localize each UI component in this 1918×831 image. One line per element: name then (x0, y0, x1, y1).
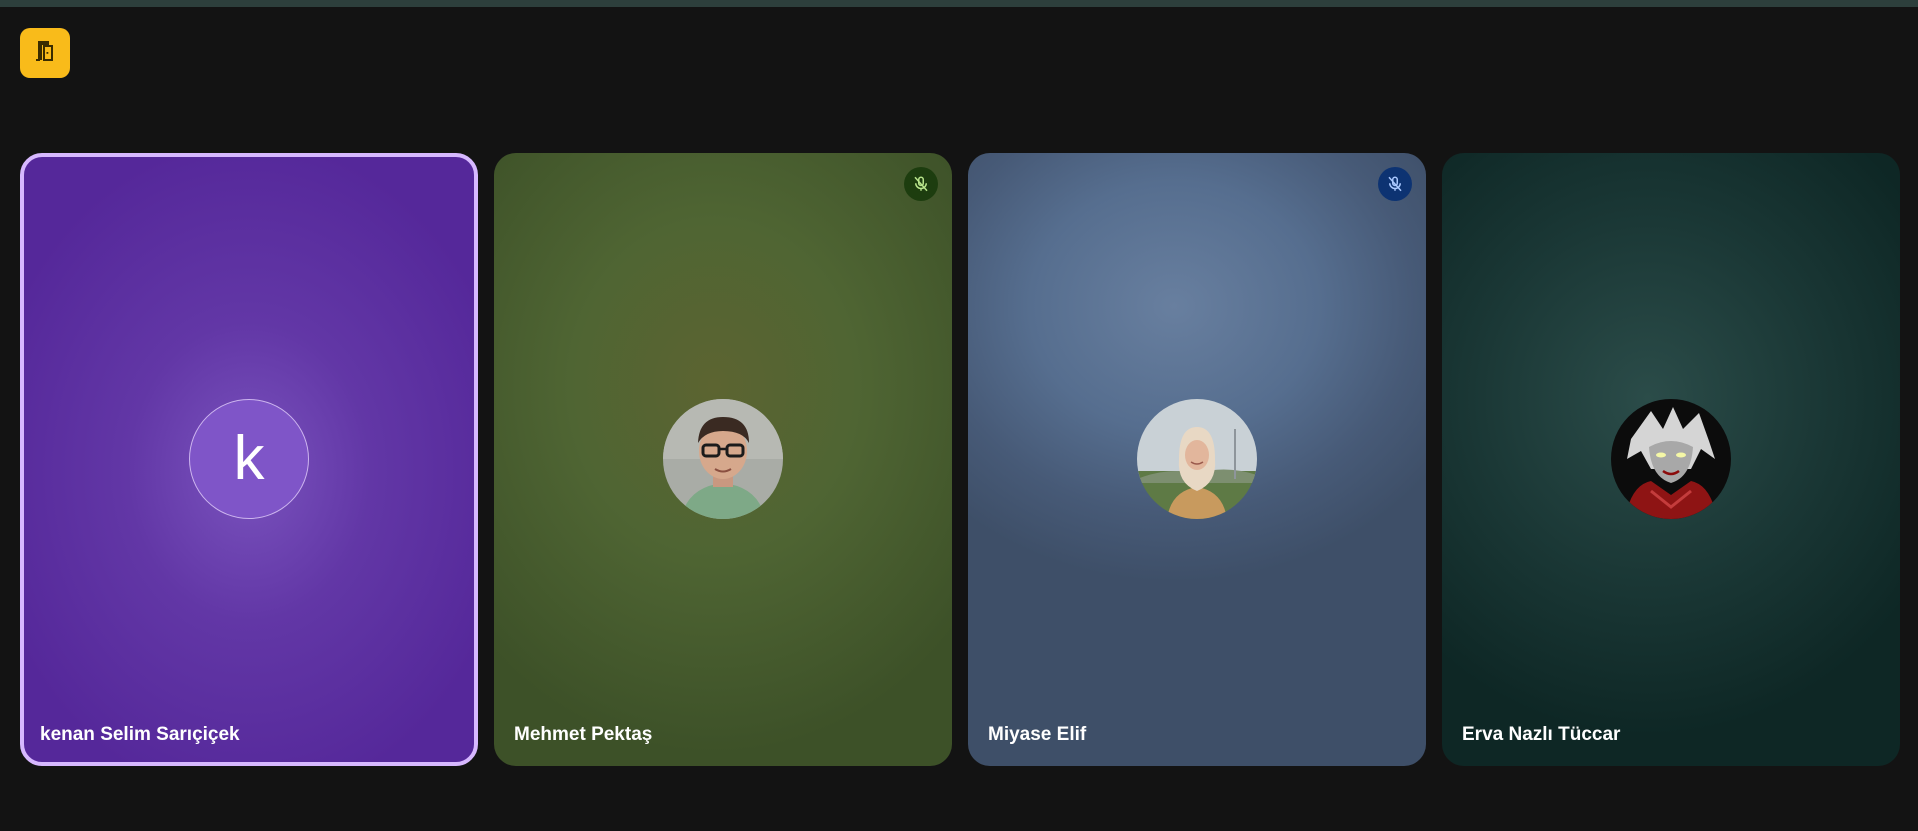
participant-name: Erva Nazlı Tüccar (1462, 724, 1621, 745)
participant-name: kenan Selim Sarıçiçek (40, 724, 240, 745)
avatar-photo (663, 399, 783, 519)
leave-call-button[interactable] (20, 28, 70, 78)
avatar-photo (1611, 399, 1731, 519)
top-strip (0, 0, 1918, 7)
participant-tile-miyase[interactable]: Miyase Elif (968, 153, 1426, 766)
participant-tile-mehmet[interactable]: Mehmet Pektaş (494, 153, 952, 766)
participant-grid: k kenan Selim Sarıçiçek Mehmet Pektaş Mi… (20, 153, 1900, 766)
participant-tile-erva[interactable]: Erva Nazlı Tüccar (1442, 153, 1900, 766)
avatar-initial: k (189, 399, 309, 519)
participant-tile-kenan[interactable]: k kenan Selim Sarıçiçek (20, 153, 478, 766)
mic-off-icon (904, 167, 938, 201)
mic-off-icon (1378, 167, 1412, 201)
avatar-photo (1137, 399, 1257, 519)
door-exit-icon (33, 39, 57, 68)
participant-name: Mehmet Pektaş (514, 724, 653, 745)
participant-name: Miyase Elif (988, 724, 1087, 745)
